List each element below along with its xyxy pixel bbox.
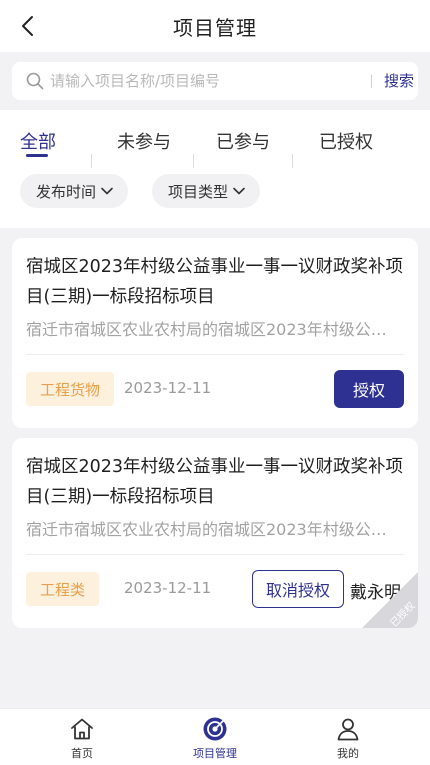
tabbar-home[interactable]: 首页 — [32, 709, 132, 765]
tabbar-label: 项目管理 — [193, 747, 237, 760]
tabbar-label: 我的 — [337, 747, 359, 760]
project-date: 2023-12-11 — [124, 579, 212, 597]
project-title: 宿城区2023年村级公益事业一事一议财政奖补项目(三期)一标段招标项目 — [26, 257, 404, 307]
back-button[interactable] — [14, 12, 42, 40]
project-title: 宿城区2023年村级公益事业一事一议财政奖补项目(三期)一标段招标项目 — [26, 457, 404, 507]
project-description: 宿迁市宿城区农业农村局的宿城区2023年村级公益事业一事一议财政奖补项目 — [26, 320, 398, 339]
project-date: 2023-12-11 — [124, 379, 212, 397]
filter-label: 发布时间 — [36, 182, 97, 201]
filter-publish-time[interactable]: 发布时间 — [20, 174, 129, 208]
tab-divider — [193, 154, 194, 168]
tab-joined[interactable]: 已参与 — [216, 128, 270, 154]
project-description: 宿迁市宿城区农业农村局的宿城区2023年村级公益事业一事一议财政奖补项目 — [26, 520, 398, 539]
tab-not-joined[interactable]: 未参与 — [117, 128, 171, 154]
authorized-corner-badge: 已授权 — [362, 572, 418, 628]
search-icon — [26, 72, 44, 90]
tab-all[interactable]: 全部 — [20, 128, 56, 154]
home-icon — [71, 718, 93, 740]
search-area: 搜索 — [0, 52, 430, 110]
search-bar: 搜索 — [12, 62, 418, 100]
search-divider — [371, 75, 372, 88]
project-type-tag: 工程货物 — [26, 372, 115, 406]
tab-divider — [292, 154, 293, 168]
target-icon — [203, 717, 227, 741]
tabbar-project-management[interactable]: 项目管理 — [165, 709, 265, 765]
project-card[interactable]: 宿城区2023年村级公益事业一事一议财政奖补项目(三期)一标段招标项目 宿迁市宿… — [12, 438, 418, 628]
project-type-tag: 工程类 — [26, 572, 100, 606]
filter-project-type[interactable]: 项目类型 — [152, 174, 261, 208]
cancel-authorization-button[interactable]: 取消授权 — [252, 570, 344, 608]
filter-panel: 全部 未参与 已参与 已授权 发布时间 项目类型 — [0, 110, 430, 228]
tabbar-mine[interactable]: 我的 — [298, 709, 398, 765]
active-tab-indicator — [26, 154, 48, 157]
user-icon — [337, 718, 359, 741]
filter-label: 项目类型 — [168, 182, 229, 201]
authorize-button[interactable]: 授权 — [334, 370, 404, 408]
project-card[interactable]: 宿城区2023年村级公益事业一事一议财政奖补项目(三期)一标段招标项目 宿迁市宿… — [12, 238, 418, 428]
chevron-down-icon — [233, 187, 245, 195]
card-divider — [26, 354, 404, 355]
search-input[interactable] — [50, 62, 350, 100]
nav-bar: 项目管理 — [0, 0, 430, 52]
tabbar-label: 首页 — [71, 747, 93, 760]
tab-authorized[interactable]: 已授权 — [319, 128, 373, 154]
bottom-tab-bar: 首页 项目管理 我的 — [0, 708, 430, 765]
tab-divider — [91, 154, 92, 168]
status-tabs: 全部 未参与 已参与 已授权 — [0, 128, 430, 168]
chevron-down-icon — [101, 187, 113, 195]
chevron-left-icon — [22, 16, 33, 36]
card-divider — [26, 554, 404, 555]
search-button[interactable]: 搜索 — [384, 70, 414, 91]
page-title: 项目管理 — [173, 15, 257, 40]
